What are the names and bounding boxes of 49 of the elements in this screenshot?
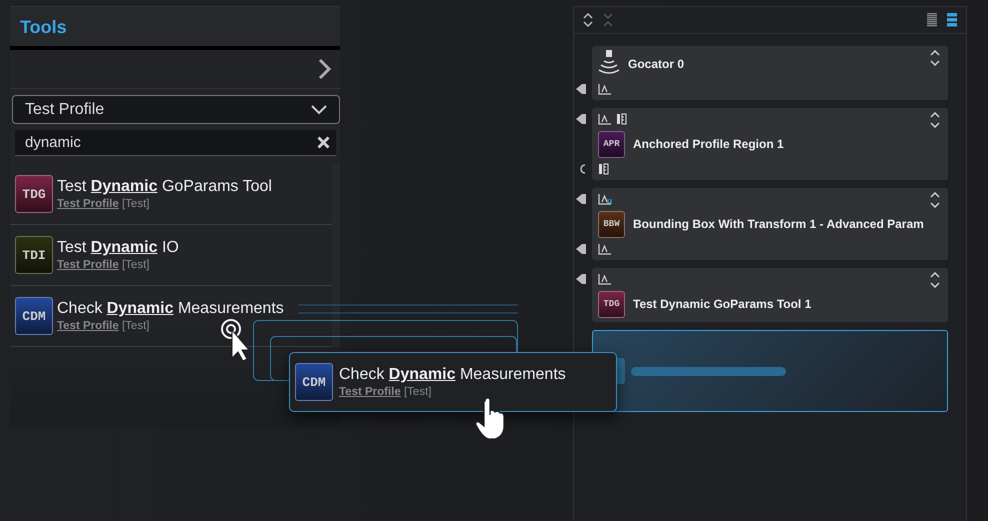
profile-link[interactable]: Test Profile xyxy=(57,198,119,210)
list-icon[interactable] xyxy=(946,13,958,27)
pipeline-node[interactable]: APR Anchored Profile Region 1 xyxy=(592,108,948,180)
expand-collapse-icon[interactable] xyxy=(930,192,940,208)
tool-badge: TDG xyxy=(15,175,53,213)
node-name: Bounding Box With Transform 1 - Advanced Param xyxy=(633,217,924,231)
panel-title: Tools xyxy=(10,7,340,46)
node-name: Gocator 0 xyxy=(628,57,684,71)
profile-link[interactable]: Test Profile xyxy=(57,320,119,332)
compact-list-icon[interactable] xyxy=(926,13,938,27)
tool-name: Test Dynamic IO xyxy=(57,239,179,257)
tool-list-item[interactable]: TDI Test Dynamic IO Test Profile [Test] xyxy=(10,225,332,286)
profile-link[interactable]: Test Profile xyxy=(339,386,401,398)
chevron-right-icon[interactable] xyxy=(318,58,332,80)
search-field[interactable]: dynamic xyxy=(15,130,336,156)
input-port-icon[interactable] xyxy=(576,113,586,125)
profile-dropdown[interactable]: Test Profile xyxy=(12,95,340,124)
profile-link[interactable]: Test Profile xyxy=(57,259,119,271)
tool-badge: BBW xyxy=(598,210,625,238)
tool-badge: APR xyxy=(598,130,625,158)
tool-list-item[interactable]: CDM Check Dynamic Measurements Test Profile [Test] xyxy=(10,286,332,347)
tool-badge: TDG xyxy=(598,290,625,318)
input-port-icon[interactable] xyxy=(576,193,586,205)
tool-badge: TDI xyxy=(15,236,53,274)
tool-name: Check Dynamic Measurements xyxy=(339,366,566,384)
tool-name: Check Dynamic Measurements xyxy=(57,300,284,318)
input-port-icon[interactable] xyxy=(576,273,586,285)
tag-label: [Test] xyxy=(122,198,150,210)
chevron-down-icon xyxy=(311,104,327,114)
tag-label: [Test] xyxy=(122,259,150,271)
expand-all-icon[interactable] xyxy=(582,12,594,28)
expand-collapse-icon[interactable] xyxy=(930,112,940,128)
tool-badge: CDM xyxy=(15,297,53,335)
expand-collapse-icon[interactable] xyxy=(930,272,940,288)
input-port-icon[interactable] xyxy=(576,83,586,95)
pointer-cursor-icon xyxy=(220,318,250,362)
tool-name: Test Dynamic GoParams Tool xyxy=(57,178,272,196)
pipeline-node[interactable]: TDG Test Dynamic GoParams Tool 1 xyxy=(592,268,948,322)
expand-collapse-icon[interactable] xyxy=(930,50,940,66)
node-name: Test Dynamic GoParams Tool 1 xyxy=(633,297,812,311)
pipeline-node[interactable]: Gocator 0 xyxy=(592,46,948,100)
tag-label: [Test] xyxy=(404,386,432,398)
pipeline-node[interactable]: BBW Bounding Box With Transform 1 - Advanced Param xyxy=(592,188,948,260)
tool-badge: CDM xyxy=(295,363,333,401)
tag-label: [Test] xyxy=(122,320,150,332)
clear-icon[interactable] xyxy=(317,136,330,149)
tool-list-item[interactable]: TDG Test Dynamic GoParams Tool Test Profile [Test] xyxy=(10,164,332,225)
input-port-icon[interactable] xyxy=(576,243,586,255)
node-name: Anchored Profile Region 1 xyxy=(633,137,784,151)
